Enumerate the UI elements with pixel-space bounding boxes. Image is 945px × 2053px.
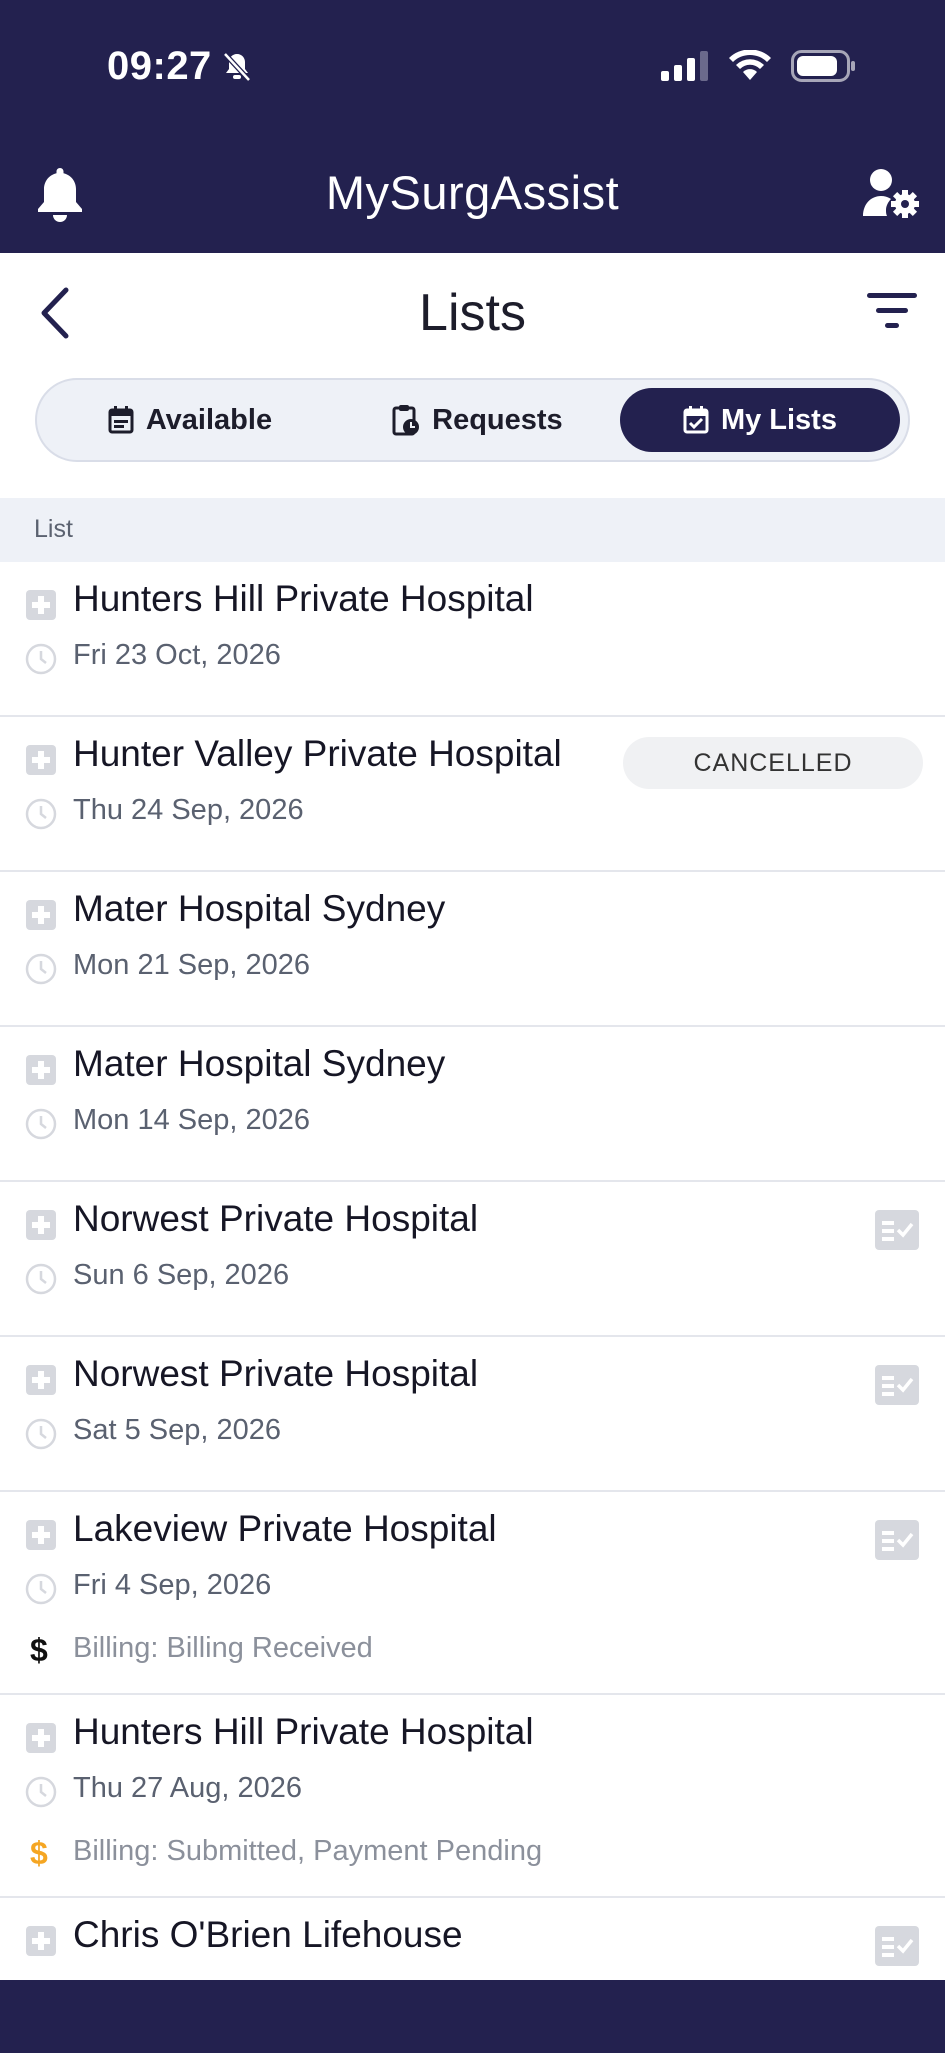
clock-icon bbox=[25, 1263, 57, 1295]
calendar-check-icon bbox=[683, 406, 709, 434]
page-header: Lists bbox=[0, 253, 945, 373]
status-time: 09:27 bbox=[107, 44, 252, 89]
hospital-name: Norwest Private Hospital bbox=[73, 1198, 479, 1239]
hospital-icon bbox=[26, 1365, 56, 1395]
hospital-icon bbox=[26, 1926, 56, 1956]
app-header: 09:27 MySurgAssist bbox=[0, 0, 945, 253]
tab-requests-label: Requests bbox=[432, 403, 563, 436]
billing-status: Billing: Billing Received bbox=[73, 1632, 373, 1664]
list-date: Sat 5 Sep, 2026 bbox=[73, 1414, 281, 1446]
tab-available[interactable]: Available bbox=[45, 388, 335, 452]
hospital-icon bbox=[26, 1210, 56, 1240]
billing-status: Billing: Submitted, Payment Pending bbox=[73, 1835, 543, 1867]
list-item[interactable]: Hunters Hill Private Hospital Fri 23 Oct… bbox=[0, 562, 945, 717]
silent-bell-icon bbox=[222, 51, 251, 82]
tab-my-lists-label: My Lists bbox=[720, 403, 837, 436]
dollar-icon: $ bbox=[30, 1632, 48, 1668]
tab-my-lists[interactable]: My Lists bbox=[619, 388, 900, 452]
hospital-name: Hunter Valley Private Hospital bbox=[73, 733, 562, 774]
hospital-icon bbox=[26, 1055, 56, 1085]
account-settings-icon[interactable] bbox=[863, 168, 919, 223]
clock-icon bbox=[25, 1418, 57, 1450]
list-item[interactable]: Lakeview Private Hospital Fri 4 Sep, 202… bbox=[0, 1492, 945, 1695]
checklist-icon[interactable] bbox=[875, 1926, 919, 1966]
calendar-icon bbox=[108, 406, 134, 434]
list-date: Thu 27 Aug, 2026 bbox=[73, 1772, 302, 1804]
list-item[interactable]: Mater Hospital Sydney Mon 21 Sep, 2026 bbox=[0, 872, 945, 1027]
list-item[interactable]: Norwest Private Hospital Sat 5 Sep, 2026 bbox=[0, 1337, 945, 1492]
dollar-icon: $ bbox=[30, 1835, 48, 1871]
bottom-bar bbox=[0, 1980, 945, 2053]
hospital-name: Norwest Private Hospital bbox=[73, 1353, 479, 1394]
list-date: Fri 4 Sep, 2026 bbox=[73, 1569, 272, 1601]
cellular-signal-icon bbox=[661, 51, 708, 81]
hospital-name: Hunters Hill Private Hospital bbox=[73, 578, 534, 619]
list-tabs: Available Requests My Lists bbox=[35, 378, 910, 462]
list-item[interactable]: Hunter Valley Private Hospital CANCELLED… bbox=[0, 717, 945, 872]
hospital-name: Hunters Hill Private Hospital bbox=[73, 1711, 534, 1752]
app-title: MySurgAssist bbox=[325, 166, 620, 219]
checklist-icon[interactable] bbox=[875, 1520, 919, 1560]
hospital-icon bbox=[26, 1520, 56, 1550]
page-title: Lists bbox=[419, 284, 526, 342]
list-date: Mon 21 Sep, 2026 bbox=[73, 949, 311, 981]
list-item[interactable]: Hunters Hill Private Hospital Thu 27 Aug… bbox=[0, 1695, 945, 1898]
list-item[interactable]: Chris O'Brien Lifehouse bbox=[0, 1898, 945, 1980]
list-item[interactable]: Mater Hospital Sydney Mon 14 Sep, 2026 bbox=[0, 1027, 945, 1182]
checklist-icon[interactable] bbox=[875, 1365, 919, 1405]
list-date: Sun 6 Sep, 2026 bbox=[73, 1259, 290, 1291]
clipboard-clock-icon bbox=[392, 405, 420, 436]
tab-requests[interactable]: Requests bbox=[335, 388, 620, 452]
hospital-name: Chris O'Brien Lifehouse bbox=[73, 1914, 463, 1955]
hospital-icon bbox=[26, 590, 56, 620]
clock-icon bbox=[25, 1573, 57, 1605]
checklist-icon[interactable] bbox=[875, 1210, 919, 1250]
list-rows: Hunters Hill Private Hospital Fri 23 Oct… bbox=[0, 562, 945, 1980]
status-indicators bbox=[661, 50, 857, 82]
list-date: Thu 24 Sep, 2026 bbox=[73, 794, 304, 826]
clock-icon bbox=[25, 1776, 57, 1808]
list-header-label: List bbox=[34, 515, 73, 543]
hospital-icon bbox=[26, 900, 56, 930]
status-clock: 09:27 bbox=[107, 44, 212, 88]
list-date: Fri 23 Oct, 2026 bbox=[73, 639, 281, 671]
list-item[interactable]: Norwest Private Hospital Sun 6 Sep, 2026 bbox=[0, 1182, 945, 1337]
hospital-name: Mater Hospital Sydney bbox=[73, 888, 446, 929]
hospital-icon bbox=[26, 1723, 56, 1753]
clock-icon bbox=[25, 798, 57, 830]
list-section-header: List bbox=[0, 498, 945, 562]
status-badge: CANCELLED bbox=[623, 737, 923, 789]
battery-icon bbox=[791, 50, 855, 82]
wifi-icon bbox=[729, 50, 771, 80]
filter-button[interactable] bbox=[867, 291, 917, 336]
clock-icon bbox=[25, 953, 57, 985]
list-date: Mon 14 Sep, 2026 bbox=[73, 1104, 311, 1136]
tab-available-label: Available bbox=[145, 403, 273, 436]
hospital-name: Mater Hospital Sydney bbox=[73, 1043, 446, 1084]
clock-icon bbox=[25, 1108, 57, 1140]
hospital-name: Lakeview Private Hospital bbox=[73, 1508, 497, 1549]
clock-icon bbox=[25, 643, 57, 675]
filter-icon bbox=[867, 293, 917, 328]
hospital-icon bbox=[26, 745, 56, 775]
